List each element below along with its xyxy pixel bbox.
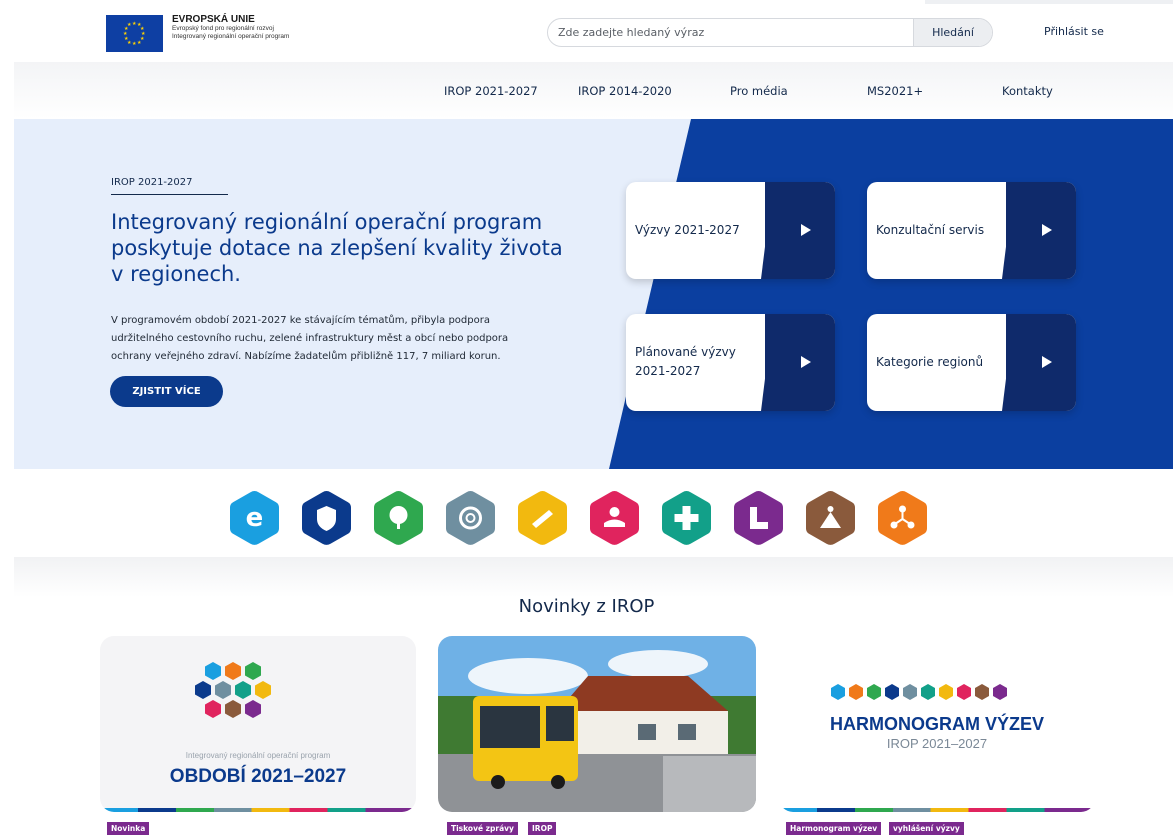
topic-icons-row: e bbox=[229, 490, 949, 550]
tile-accent bbox=[1006, 182, 1076, 279]
login-link[interactable]: Přihlásit se bbox=[1044, 25, 1104, 38]
tile-label: Konzultační servis bbox=[876, 223, 985, 237]
culture-tourism-icon[interactable] bbox=[805, 490, 856, 546]
play-arrow-icon bbox=[1042, 224, 1052, 236]
search-input[interactable] bbox=[558, 19, 908, 46]
card-caption: Integrovaný regionální operační program bbox=[185, 751, 331, 760]
play-arrow-icon bbox=[801, 224, 811, 236]
education-icon[interactable] bbox=[733, 490, 784, 546]
social-inclusion-icon[interactable] bbox=[589, 490, 640, 546]
tile-label: Plánované výzvy 2021-2027 bbox=[635, 345, 736, 378]
header: ★ ★ ★ ★ ★ ★ ★ ★ ★ ★ ★ ★ EVROPSKÁ UNIE Evropský f… bbox=[0, 0, 1173, 62]
tag-novinka[interactable]: Novinka bbox=[107, 822, 150, 835]
eu-logo-text: EVROPSKÁ UNIE Evropský fond pro regionál… bbox=[172, 14, 392, 41]
eu-title: EVROPSKÁ UNIE bbox=[172, 14, 255, 25]
card-headline: HARMONOGRAM VÝZEV bbox=[829, 714, 1044, 734]
play-arrow-icon bbox=[801, 356, 811, 368]
nav-kontakty[interactable]: Kontakty bbox=[1002, 84, 1053, 98]
color-stripe bbox=[100, 808, 416, 812]
integrated-tools-icon[interactable] bbox=[445, 490, 496, 546]
tile-accent bbox=[765, 182, 835, 279]
news-band bbox=[14, 557, 1173, 597]
news-section-title: Novinky z IROP bbox=[518, 596, 655, 617]
tag-vyhlaseni-vyzvy[interactable]: vyhlášení výzvy bbox=[889, 822, 964, 835]
tile-planovane-vyzvy[interactable]: Plánované výzvy 2021-2027 bbox=[626, 314, 835, 411]
news-card-harmonogram[interactable]: HARMONOGRAM VÝZEV IROP 2021–2027 bbox=[779, 636, 1095, 812]
health-cross-icon[interactable] bbox=[661, 490, 712, 546]
search-button[interactable]: Hledání bbox=[913, 19, 992, 46]
tag-irop[interactable]: IROP bbox=[528, 822, 557, 835]
eu-flag-icon[interactable]: ★ ★ ★ ★ ★ ★ ★ ★ ★ ★ ★ ★ bbox=[106, 15, 163, 52]
tile-accent bbox=[1006, 314, 1076, 411]
eu-subtitle-2: Integrovaný regionální operační program bbox=[172, 33, 290, 40]
play-arrow-icon bbox=[1042, 356, 1052, 368]
news-card-bus[interactable] bbox=[438, 636, 756, 812]
main-nav: IROP 2021-2027 IROP 2014-2020 Pro média … bbox=[14, 62, 1173, 119]
tile-label: Kategorie regionů bbox=[876, 355, 984, 369]
nav-ms2021[interactable]: MS2021+ bbox=[867, 84, 923, 98]
nav-irop-2014-2020[interactable]: IROP 2014-2020 bbox=[578, 84, 672, 98]
header-strip bbox=[925, 0, 1173, 4]
hero-tag: IROP 2021-2027 bbox=[111, 177, 228, 195]
tile-accent bbox=[765, 314, 835, 411]
hero-blue-shape bbox=[609, 119, 1173, 469]
svg-text:e: e bbox=[246, 503, 264, 533]
eu-subtitle-1: Evropský fond pro regionální rozvoj bbox=[172, 25, 274, 32]
card-headline: OBDOBÍ 2021–2027 bbox=[169, 766, 347, 787]
svg-text:★: ★ bbox=[137, 40, 142, 46]
tag-harmonogram-vyzev[interactable]: Harmonogram výzev bbox=[786, 822, 882, 835]
bus-photo-icon bbox=[438, 636, 756, 812]
e-government-icon[interactable]: e bbox=[229, 490, 280, 546]
hero-text: V programovém období 2021-2027 ke stávaj… bbox=[111, 315, 509, 362]
news-card-obdobi[interactable]: Integrovaný regionální operační program … bbox=[100, 636, 416, 812]
network-icon[interactable] bbox=[877, 490, 928, 546]
nav-pro-media[interactable]: Pro média bbox=[730, 84, 788, 98]
svg-text:★: ★ bbox=[132, 41, 137, 47]
hero-title: Integrovaný regionální operační program … bbox=[111, 210, 563, 286]
svg-text:★: ★ bbox=[127, 22, 132, 28]
tile-konzultacni-servis[interactable]: Konzultační servis bbox=[867, 182, 1076, 279]
tile-label: Výzvy 2021-2027 bbox=[635, 223, 740, 237]
card-subheadline: IROP 2021–2027 bbox=[886, 736, 988, 751]
hero-section: IROP 2021-2027 Integrovaný regionální op… bbox=[14, 119, 1173, 469]
learn-more-button[interactable]: ZJISTIT VÍCE bbox=[110, 376, 223, 407]
green-tree-icon[interactable] bbox=[373, 490, 424, 546]
tile-vyzvy-2021-2027[interactable]: Výzvy 2021-2027 bbox=[626, 182, 835, 279]
color-stripe bbox=[779, 808, 1095, 812]
tag-tiskove-zpravy[interactable]: Tiskové zprávy bbox=[447, 822, 518, 835]
nav-irop-2021-2027[interactable]: IROP 2021-2027 bbox=[444, 84, 538, 98]
transport-icon[interactable] bbox=[517, 490, 568, 546]
search-box: Hledání bbox=[547, 18, 993, 47]
security-shield-icon[interactable] bbox=[301, 490, 352, 546]
tile-kategorie-regionu[interactable]: Kategorie regionů bbox=[867, 314, 1076, 411]
